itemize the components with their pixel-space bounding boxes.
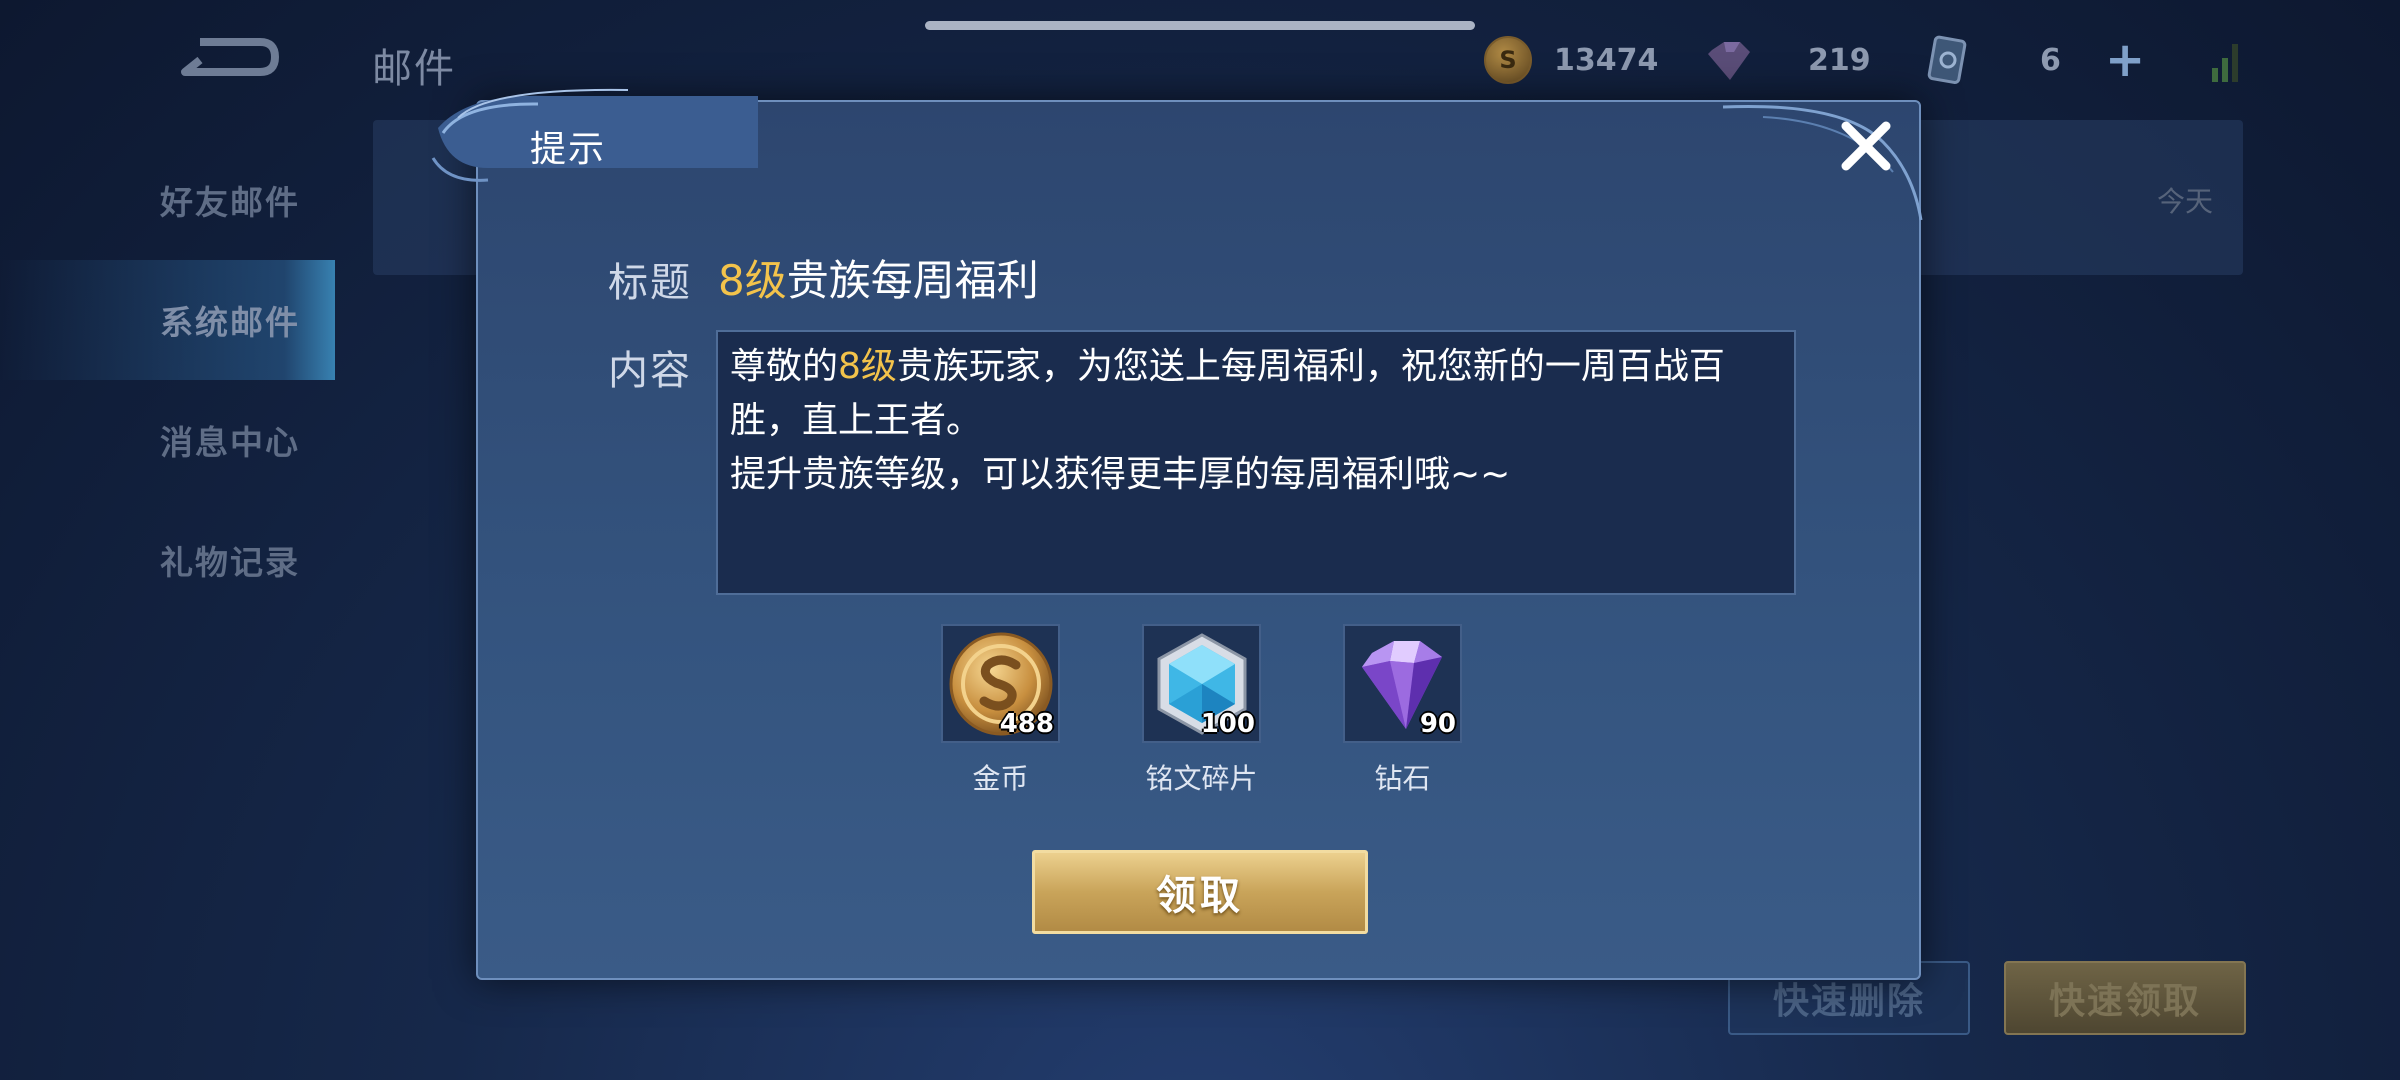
reward-item-inscription[interactable]: 100 铭文碎片 [1142,624,1261,797]
content-label: 内容 [608,348,692,394]
signal-icon [2212,44,2238,82]
quick-claim-button[interactable]: 快速领取 [2004,961,2246,1035]
reward-name: 金币 [972,762,1029,795]
sidebar-item-label: 礼物记录 [160,543,300,582]
reward-name: 钻石 [1374,762,1431,795]
content-line-1: 尊敬的8级贵族玩家，为您送上每周福利，祝您新的一周百战百胜，直上王者。 [730,340,1782,448]
reward-name: 铭文碎片 [1145,762,1258,795]
ticket-counter: 6 [1926,35,2061,84]
mail-date: 今天 [2156,185,2213,218]
dialog-title: 提示 [530,129,607,170]
claim-button[interactable]: 领取 [1032,850,1368,934]
sidebar-item-gift-records[interactable]: 礼物记录 [0,500,335,620]
content-text: 尊敬的 [730,346,839,387]
sidebar-item-message-center[interactable]: 消息中心 [0,380,335,500]
diamond-count: 219 [1808,42,1871,78]
reward-dialog: 提示 标题 8级贵族每周福利 内容 尊敬的8级贵族玩家，为您送上每周福利，祝您新… [431,88,1923,980]
mail-title: 8级贵族每周福利 [718,247,1039,308]
mail-content: 尊敬的8级贵族玩家，为您送上每周福利，祝您新的一周百战百胜，直上王者。 提升贵族… [716,330,1796,595]
back-arrow-icon[interactable] [180,32,280,82]
reward-item-diamond[interactable]: 90 钻石 [1343,624,1462,797]
ticket-count: 6 [2040,42,2061,78]
reward-list: 488 金币 100 铭文碎片 90 钻石 [941,624,1462,797]
content-line-2: 提升贵族等级，可以获得更丰厚的每周福利哦~~ [730,454,1511,495]
reward-quantity: 488 [999,709,1054,739]
title-label: 标题 [608,260,692,306]
close-icon[interactable] [1836,116,1896,176]
reward-quantity: 100 [1200,709,1255,739]
sidebar-item-label: 好友邮件 [160,183,300,222]
reward-tile: 488 [941,624,1060,743]
sidebar-item-system-mail[interactable]: 系统邮件 [0,260,335,380]
mail-title-text: 贵族每周福利 [786,256,1039,305]
mail-title-level: 8级 [718,256,787,305]
sidebar: 好友邮件 系统邮件 消息中心 礼物记录 [0,140,335,620]
coin-icon: S [1484,36,1532,84]
diamond-counter: 219 [1704,38,1871,82]
ticket-card-icon [1927,35,1967,84]
home-indicator [925,21,1475,30]
reward-quantity: 90 [1419,709,1456,739]
page-title: 邮件 [372,46,456,92]
reward-item-gold[interactable]: 488 金币 [941,624,1060,797]
add-ticket-button[interactable]: + [2105,36,2145,84]
reward-tile: 90 [1343,624,1462,743]
sidebar-item-friend-mail[interactable]: 好友邮件 [0,140,335,260]
content-level: 8级 [838,346,897,387]
sidebar-item-label: 系统邮件 [160,303,300,342]
reward-tile: 100 [1142,624,1261,743]
coin-count: 13474 [1554,42,1659,78]
diamond-icon [1708,42,1750,80]
sidebar-item-label: 消息中心 [160,423,300,462]
coin-counter: S 13474 [1484,36,1659,84]
